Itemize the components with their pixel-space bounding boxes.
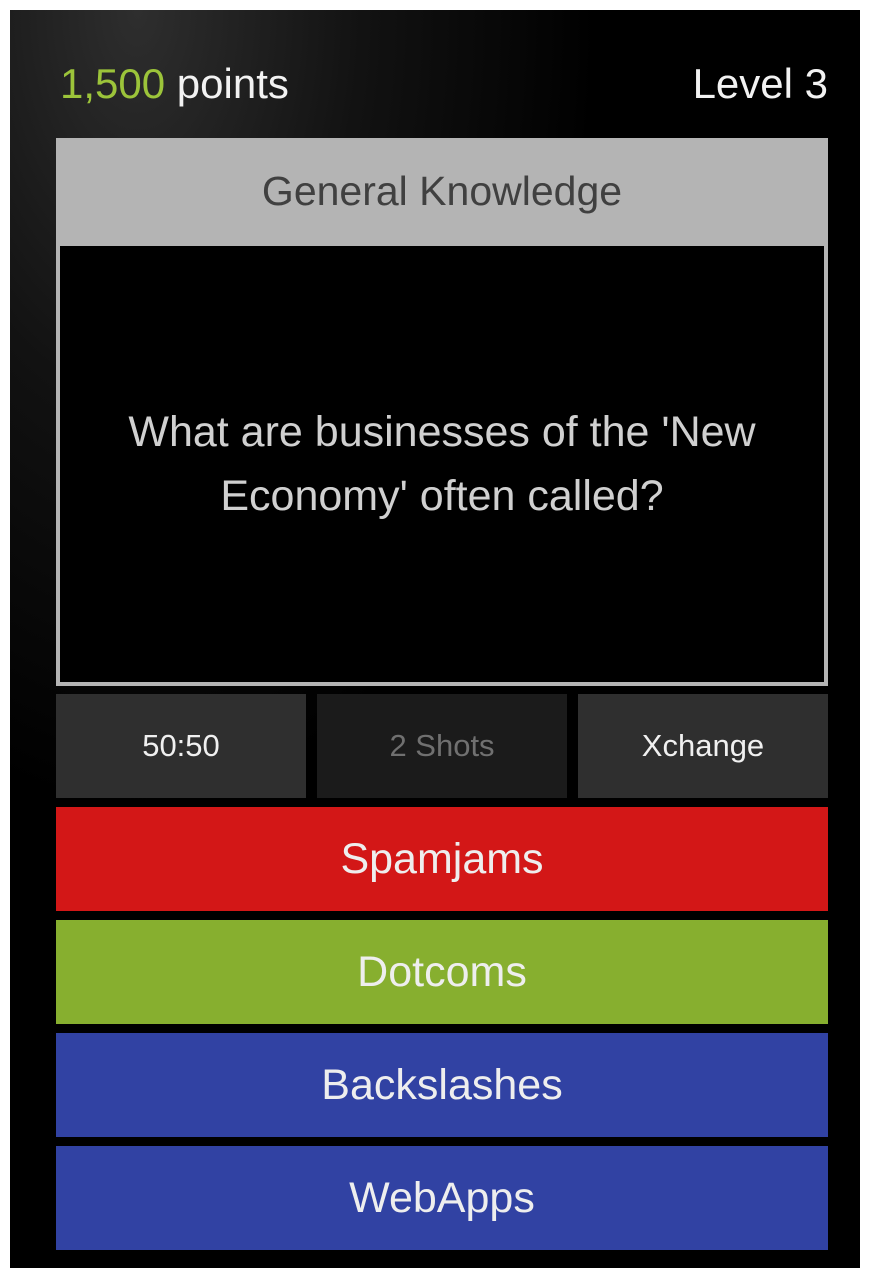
answer-option-4[interactable]: WebApps <box>56 1146 828 1250</box>
answer-option-1[interactable]: Spamjams <box>56 807 828 911</box>
two-shots-button[interactable]: 2 Shots <box>317 694 567 798</box>
xchange-button[interactable]: Xchange <box>578 694 828 798</box>
level-indicator: Level 3 <box>692 60 828 107</box>
fifty-fifty-button[interactable]: 50:50 <box>56 694 306 798</box>
points-value: 1,500 <box>60 60 166 107</box>
question-text: What are businesses of the 'New Economy'… <box>128 408 756 520</box>
answer-option-2[interactable]: Dotcoms <box>56 920 828 1024</box>
game-screen: 1,500 points Level 3 General Knowledge W… <box>10 10 860 1268</box>
lifelines-bar: 50:50 2 Shots Xchange <box>56 694 828 798</box>
score-display: 1,500 points <box>60 58 289 110</box>
answer-option-3[interactable]: Backslashes <box>56 1033 828 1137</box>
points-label: points <box>176 60 289 107</box>
question-card: General Knowledge What are businesses of… <box>56 138 828 686</box>
question-panel: What are businesses of the 'New Economy'… <box>60 246 824 682</box>
category-title: General Knowledge <box>261 167 623 214</box>
